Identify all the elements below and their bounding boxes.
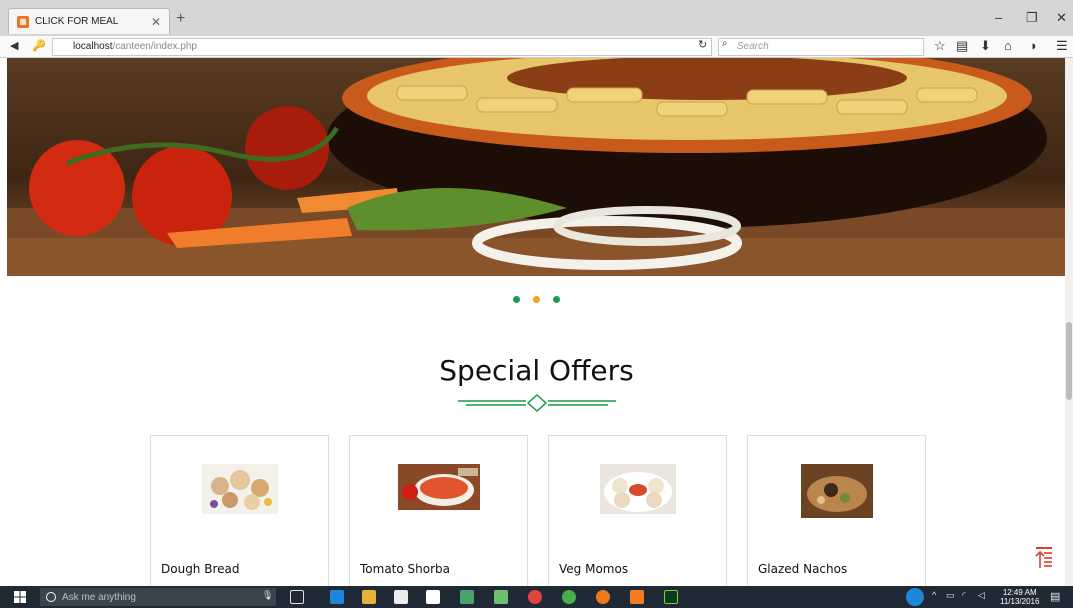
restore-icon[interactable]: ❐ (1026, 10, 1038, 26)
offer-name: Veg Momos (559, 562, 629, 576)
cortana-placeholder: Ask me anything (62, 591, 136, 603)
edge-icon[interactable] (330, 590, 344, 604)
dough-bread-image (201, 464, 278, 514)
new-tab-icon[interactable]: + (176, 10, 185, 28)
windows-start-icon[interactable] (14, 591, 26, 603)
cortana-icon (46, 592, 56, 602)
hero-banner-image (7, 58, 1069, 276)
taskbar-clock[interactable]: 12:49 AM 11/13/2016 (1000, 588, 1039, 606)
windows-taskbar: Ask me anything 🎙 ^ ▭ ◜ ◁ 12:49 AM 11/13… (0, 586, 1073, 608)
help-icon[interactable] (906, 588, 924, 606)
title-divider-ornament (458, 394, 616, 412)
section-title: Special Offers (439, 354, 634, 387)
xampp-icon[interactable] (630, 590, 644, 604)
firefox-icon[interactable] (596, 590, 610, 604)
clock-date: 11/13/2016 (1000, 597, 1040, 606)
tomato-shorba-image (397, 464, 480, 510)
dropbox-icon[interactable] (426, 590, 440, 604)
microphone-icon[interactable]: 🎙 (262, 590, 273, 601)
store-icon[interactable] (394, 590, 408, 604)
cortana-search-box[interactable]: Ask me anything (40, 588, 276, 606)
page-scrollbar[interactable] (1065, 58, 1073, 586)
offer-card-veg-momos[interactable]: Veg Momos (548, 435, 727, 595)
browser-search-input[interactable]: Search (718, 38, 924, 56)
home-icon[interactable]: ⌂ (1004, 38, 1012, 53)
chrome-icon[interactable] (528, 590, 542, 604)
carousel-indicators (0, 296, 1073, 303)
veg-momos-image (599, 464, 676, 514)
carousel-dot-2[interactable] (533, 296, 540, 303)
app-icon-3[interactable] (562, 590, 576, 604)
browser-tab-strip: ▦ CLICK FOR MEAL ✕ + – ❐ ✕ (0, 0, 1073, 36)
identity-icon[interactable]: 🔑 (32, 39, 46, 52)
glazed-nachos-image (800, 464, 873, 518)
wifi-icon[interactable]: ◜ (962, 590, 966, 601)
offer-card-tomato-shorba[interactable]: Tomato Shorba (349, 435, 528, 595)
url-bar[interactable]: localhost/canteen/index.php (52, 38, 712, 56)
back-icon[interactable]: ◀ (10, 39, 18, 52)
volume-icon[interactable]: ◁ (978, 590, 985, 601)
file-explorer-icon[interactable] (362, 590, 376, 604)
offer-name: Dough Bread (161, 562, 240, 576)
carousel-dot-1[interactable] (513, 296, 520, 303)
offer-card-dough-bread[interactable]: Dough Bread (150, 435, 329, 595)
offer-card-glazed-nachos[interactable]: Glazed Nachos (747, 435, 926, 595)
app-icon-2[interactable] (494, 590, 508, 604)
tab-title: CLICK FOR MEAL (35, 16, 119, 27)
minimize-icon[interactable]: – (995, 10, 1002, 25)
menu-icon[interactable]: ☰ (1056, 38, 1068, 54)
site-favicon-icon: ▦ (17, 15, 29, 28)
app-icon-1[interactable] (460, 590, 474, 604)
close-window-icon[interactable]: ✕ (1056, 10, 1067, 26)
hero-food-illustration (7, 58, 1069, 276)
reading-list-icon[interactable]: ▤ (956, 38, 968, 54)
offer-name: Tomato Shorba (360, 562, 451, 576)
close-tab-icon[interactable]: ✕ (151, 15, 161, 29)
battery-icon[interactable]: ▭ (946, 590, 955, 601)
browser-tab[interactable]: ▦ CLICK FOR MEAL ✕ (8, 8, 170, 34)
bookmark-star-icon[interactable]: ☆ (934, 38, 946, 54)
offer-name: Glazed Nachos (758, 562, 848, 576)
search-placeholder: Search (737, 41, 769, 52)
reload-icon[interactable]: ↻ (698, 38, 707, 51)
downloads-icon[interactable]: ⬇ (980, 38, 991, 54)
url-host: localhost (73, 41, 113, 52)
back-to-top-icon[interactable] (1034, 546, 1054, 570)
dreamweaver-icon[interactable] (664, 590, 678, 604)
tray-chevron-icon[interactable]: ^ (932, 590, 936, 600)
url-path: /canteen/index.php (112, 41, 197, 52)
clock-time: 12:49 AM (1002, 588, 1037, 597)
pocket-icon[interactable]: ◗ (1030, 38, 1038, 53)
scrollbar-thumb[interactable] (1066, 322, 1072, 400)
task-view-icon[interactable] (290, 590, 304, 604)
notifications-icon[interactable]: ▤ (1050, 590, 1060, 603)
search-icon: ⌕ (722, 38, 728, 49)
carousel-dot-3[interactable] (553, 296, 560, 303)
